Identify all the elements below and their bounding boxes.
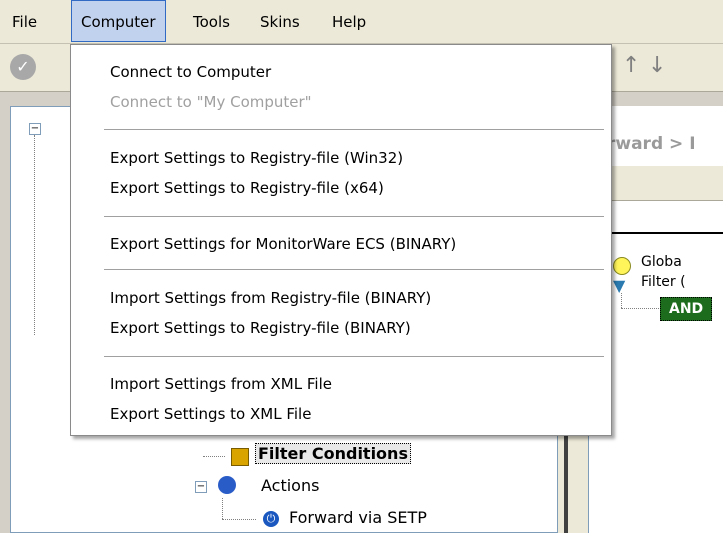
filter-conditions-icon [231, 448, 249, 466]
menu-separator [104, 356, 604, 357]
filter-icon: ▼ [613, 276, 626, 295]
tree-connector [621, 293, 622, 308]
menu-separator [104, 129, 604, 130]
computer-menu-dropdown: Connect to Computer Connect to "My Compu… [70, 44, 612, 436]
menu-item-import-registry-binary[interactable]: Import Settings from Registry-file (BINA… [71, 283, 611, 313]
arrow-up-icon[interactable]: ↑ [622, 52, 640, 80]
menu-computer[interactable]: Computer [71, 0, 166, 42]
tree-collapse-toggle[interactable]: − [29, 123, 41, 135]
menu-item-export-monitorware-ecs[interactable]: Export Settings for MonitorWare ECS (BIN… [71, 229, 611, 259]
arrow-down-icon[interactable]: ↓ [648, 52, 666, 80]
menu-item-export-registry-win32[interactable]: Export Settings to Registry-file (Win32) [71, 143, 611, 173]
actions-icon [218, 476, 236, 494]
menu-item-export-registry-binary[interactable]: Export Settings to Registry-file (BINARY… [71, 313, 611, 343]
tree-item-actions[interactable]: Actions [261, 476, 319, 495]
menu-item-connect-to-my-computer: Connect to "My Computer" [110, 93, 312, 111]
and-operator-badge[interactable]: AND [660, 297, 713, 321]
tree-collapse-toggle[interactable]: − [195, 481, 207, 493]
menu-item-export-xml[interactable]: Export Settings to XML File [71, 399, 611, 429]
tree-connector [34, 135, 35, 335]
menu-separator [104, 216, 604, 217]
tree-connector [621, 308, 659, 309]
breadcrumb: rward > I [607, 134, 696, 154]
menu-skins[interactable]: Skins [251, 0, 309, 44]
tree-connector [222, 498, 223, 519]
global-row-label[interactable]: Globa [641, 254, 682, 270]
menu-file[interactable]: File [3, 0, 46, 44]
menu-item-export-registry-x64[interactable]: Export Settings to Registry-file (x64) [71, 173, 611, 203]
tree-connector [203, 456, 225, 457]
menu-item-import-xml[interactable]: Import Settings from XML File [71, 369, 611, 399]
tree-item-filter-conditions[interactable]: Filter Conditions [255, 443, 411, 464]
menu-item-connect-to-computer[interactable]: Connect to Computer [71, 57, 611, 87]
filter-row-label[interactable]: Filter ( [641, 274, 686, 290]
menu-separator [104, 269, 604, 270]
tree-item-forward-via-setp[interactable]: Forward via SETP [289, 508, 427, 527]
tree-connector [222, 519, 256, 520]
lightbulb-icon [613, 257, 631, 275]
menu-tools[interactable]: Tools [184, 0, 239, 44]
power-icon: ⏻ [263, 511, 279, 527]
check-icon[interactable]: ✓ [10, 54, 36, 80]
menu-bar: File Computer Tools Skins Help [0, 0, 723, 44]
menu-help[interactable]: Help [323, 0, 375, 44]
